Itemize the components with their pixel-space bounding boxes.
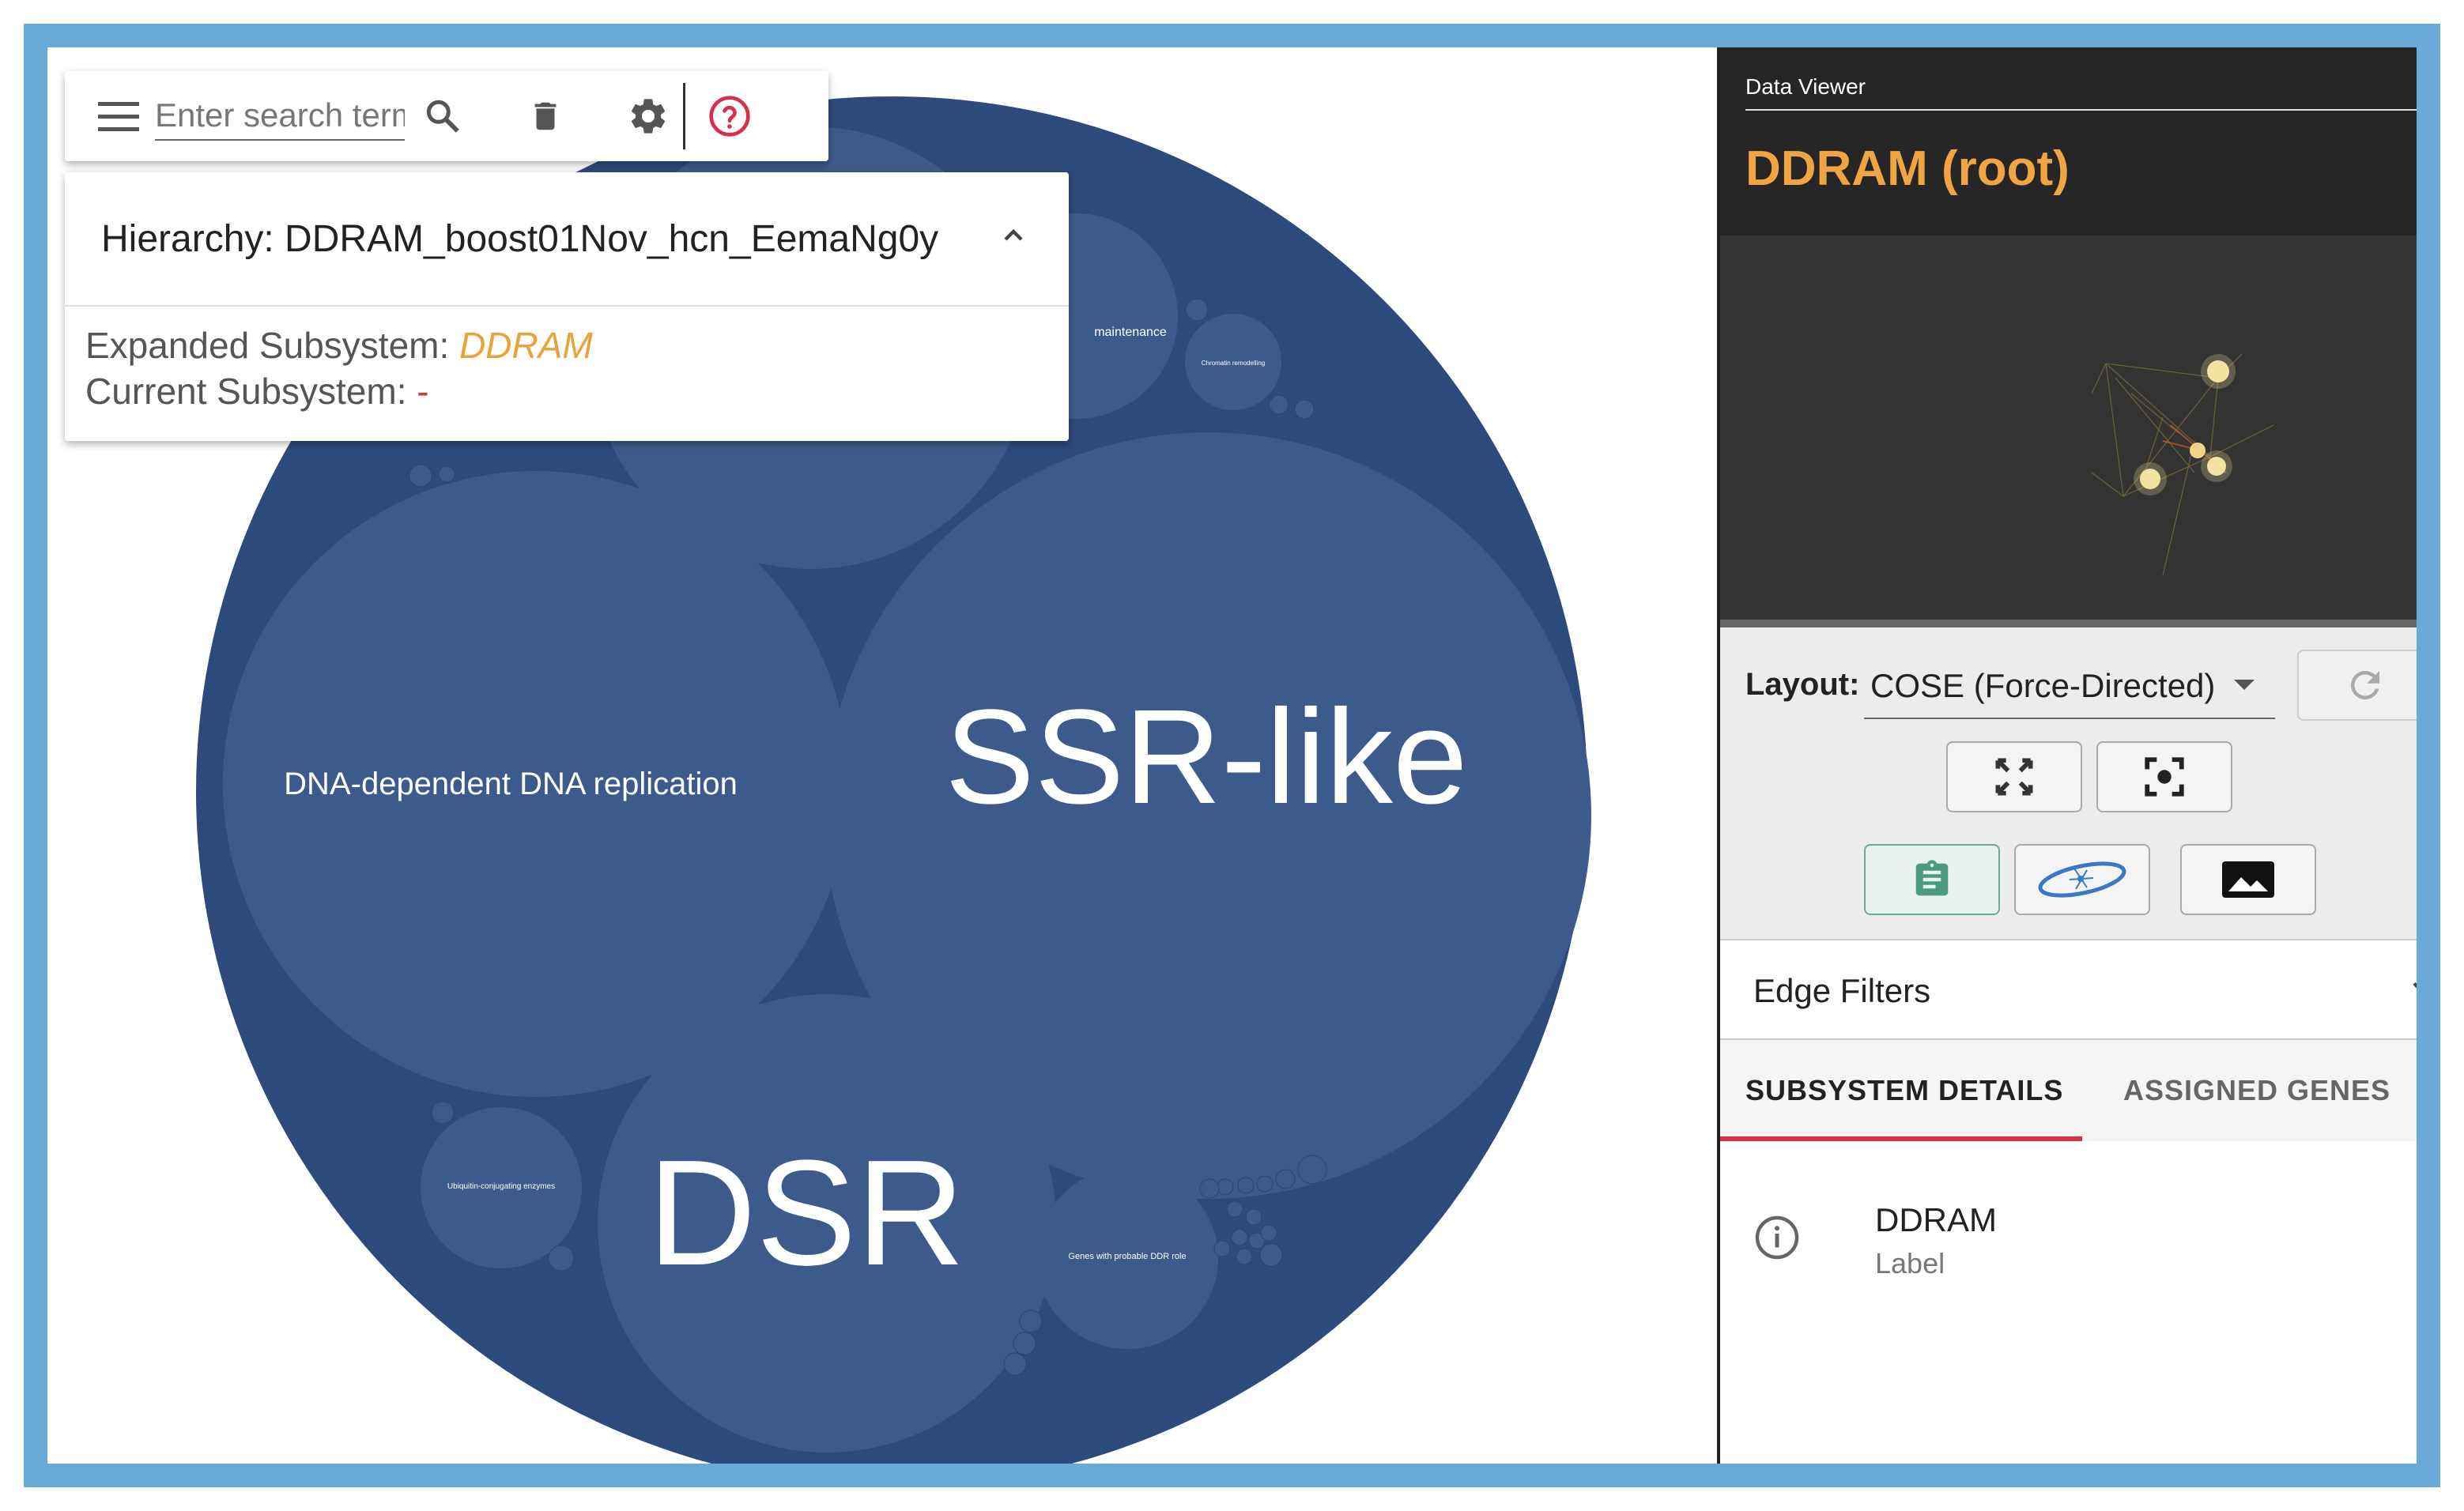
layout-select[interactable]: COSE (Force-Directed) <box>1864 650 2275 719</box>
circle-packing-view[interactable]: DNA-dependent DNA replication SSR-like D… <box>47 47 1717 1464</box>
settings-button[interactable] <box>623 91 674 141</box>
menu-button[interactable] <box>93 91 144 141</box>
label-dsr: DSR <box>647 1129 964 1297</box>
label-dna-replication: DNA-dependent DNA replication <box>284 767 738 801</box>
detail-tabs: SUBSYSTEM DETAILS ASSIGNED GENES <box>1720 1040 2417 1141</box>
clipboard-button[interactable] <box>1864 844 2000 915</box>
tab-subsystem-details[interactable]: SUBSYSTEM DETAILS <box>1745 1040 2063 1141</box>
export-image-button[interactable] <box>2180 844 2316 915</box>
label-ssr-like: SSR-like <box>945 682 1467 832</box>
dropdown-arrow-icon <box>2234 680 2255 690</box>
label-ddr-genes: Genes with probable DDR role <box>1068 1252 1186 1261</box>
current-subsystem-row: Current Subsystem: - <box>85 368 1069 414</box>
help-button[interactable] <box>704 91 755 141</box>
delete-icon <box>534 102 557 130</box>
network-preview[interactable] <box>1720 236 2440 627</box>
center-focus-icon <box>2145 757 2184 797</box>
chevron-down-icon <box>2406 970 2417 1009</box>
info-icon <box>1753 1214 1801 1265</box>
clipboard-icon <box>1915 860 1949 896</box>
data-viewer-label: Data Viewer <box>1745 74 1866 99</box>
help-icon <box>709 96 750 137</box>
settings-icon <box>631 99 666 134</box>
search-toolbar <box>65 71 828 161</box>
detail-sublabel: Label <box>1875 1247 1945 1279</box>
collapse-button[interactable] <box>998 220 1029 255</box>
refresh-layout-button[interactable] <box>2297 650 2417 721</box>
search-input[interactable] <box>155 92 405 141</box>
header-rule <box>1745 109 2417 111</box>
data-viewer-header: Data Viewer DDRAM (root) <box>1720 47 2417 236</box>
hierarchy-header[interactable]: Hierarchy: DDRAM_boost01Nov_hcn_EemaNg0y <box>65 172 1069 307</box>
search-icon <box>426 100 459 133</box>
detail-name: DDRAM <box>1875 1201 1997 1238</box>
refresh-icon <box>2350 671 2379 699</box>
current-subsystem-label: Current Subsystem: <box>85 371 417 412</box>
fit-button[interactable] <box>1946 741 2082 812</box>
label-ubiquitin: Ubiquitin-conjugating enzymes <box>447 1182 555 1191</box>
hierarchy-title: Hierarchy: DDRAM_boost01Nov_hcn_EemaNg0y <box>101 217 939 260</box>
layout-label: Layout: <box>1745 667 1860 702</box>
label-maintenance: maintenance <box>1094 326 1167 339</box>
layout-value: COSE (Force-Directed) <box>1870 667 2216 704</box>
edge-filters-label: Edge Filters <box>1753 972 1931 1009</box>
center-button[interactable] <box>2096 741 2232 812</box>
network-graph[interactable] <box>1720 236 2440 620</box>
subsystem-detail: DDRAM Label <box>1720 1141 2417 1378</box>
menu-icon <box>98 102 139 131</box>
tab-assigned-genes[interactable]: ASSIGNED GENES <box>2123 1040 2390 1141</box>
current-subsystem-value: - <box>417 371 429 412</box>
search-button[interactable] <box>417 91 468 141</box>
fullscreen-icon <box>1995 758 2033 796</box>
toolbar-divider <box>683 83 685 149</box>
label-chromatin: Chromatin remodelling <box>1202 360 1265 367</box>
expanded-subsystem-row: Expanded Subsystem: DDRAM <box>85 322 1069 368</box>
hierarchy-details: Expanded Subsystem: DDRAM Current Subsys… <box>65 307 1069 414</box>
data-viewer-title: DDRAM (root) <box>1745 141 2070 196</box>
image-icon <box>2222 861 2274 898</box>
hierarchy-panel: Hierarchy: DDRAM_boost01Nov_hcn_EemaNg0y… <box>65 172 1069 441</box>
delete-button[interactable] <box>520 91 571 141</box>
expanded-subsystem-value: DDRAM <box>459 325 593 366</box>
app-frame: DNA-dependent DNA replication SSR-like D… <box>24 24 2440 1487</box>
expanded-subsystem-label: Expanded Subsystem: <box>85 325 460 366</box>
orbit-network-icon <box>2038 861 2126 898</box>
layout-controls: Layout: COSE (Force-Directed) <box>1720 627 2417 939</box>
network-layout-button[interactable] <box>2014 844 2150 915</box>
data-viewer-panel: Data Viewer DDRAM (root) Layout: COSE (F… <box>1720 47 2440 1464</box>
edge-filters-expander[interactable]: Edge Filters <box>1720 939 2417 1040</box>
chevron-up-icon <box>1004 228 1023 241</box>
